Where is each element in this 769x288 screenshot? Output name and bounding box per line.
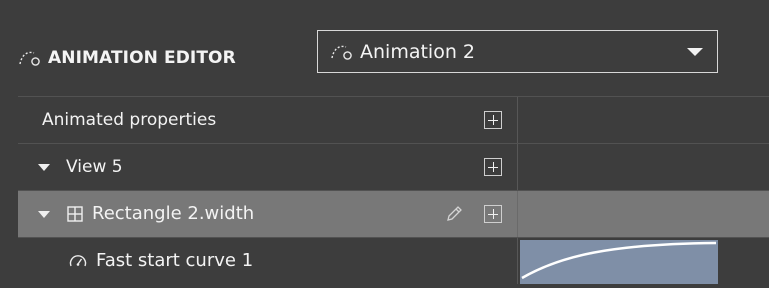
animated-properties-header-row: Animated properties xyxy=(18,96,769,143)
editor-header: ANIMATION EDITOR Animation 2 xyxy=(0,0,769,95)
chevron-down-icon[interactable] xyxy=(687,48,703,56)
editor-title-text: ANIMATION EDITOR xyxy=(48,48,236,68)
curve-segment[interactable] xyxy=(520,240,718,284)
timeline-cell[interactable] xyxy=(518,144,769,190)
animation-select-value: Animation 2 xyxy=(360,40,475,63)
grid-property-icon xyxy=(67,206,83,222)
animated-properties-grid: Animated properties View 5 Rectangle 2.w… xyxy=(18,96,769,284)
property-row[interactable]: Rectangle 2.width xyxy=(18,190,769,237)
fast-start-curve-graph xyxy=(521,241,717,280)
chevron-down-icon[interactable] xyxy=(38,211,50,218)
pencil-icon[interactable] xyxy=(444,204,464,224)
view-label: View 5 xyxy=(66,157,123,177)
plus-icon[interactable] xyxy=(484,111,502,129)
editor-title: ANIMATION EDITOR xyxy=(18,44,236,72)
plus-icon[interactable] xyxy=(484,205,502,223)
curve-label: Fast start curve 1 xyxy=(96,250,254,271)
animation-curve-icon xyxy=(331,45,352,60)
property-label: Rectangle 2.width xyxy=(92,203,255,224)
row-label-cell: View 5 xyxy=(18,144,518,190)
plus-icon[interactable] xyxy=(484,158,502,176)
animation-select[interactable]: Animation 2 xyxy=(317,30,718,73)
animation-curve-icon xyxy=(19,51,40,66)
animated-properties-label: Animated properties xyxy=(42,110,217,130)
timeline-cell[interactable] xyxy=(518,97,769,143)
view-row[interactable]: View 5 xyxy=(18,143,769,190)
gauge-icon xyxy=(69,255,87,267)
curve-row[interactable]: Fast start curve 1 xyxy=(18,237,769,284)
row-label-cell: Rectangle 2.width xyxy=(18,191,518,237)
row-label-cell: Fast start curve 1 xyxy=(18,238,518,284)
timeline-cell[interactable] xyxy=(518,191,769,237)
row-label-cell: Animated properties xyxy=(18,97,518,143)
chevron-down-icon[interactable] xyxy=(38,164,50,171)
